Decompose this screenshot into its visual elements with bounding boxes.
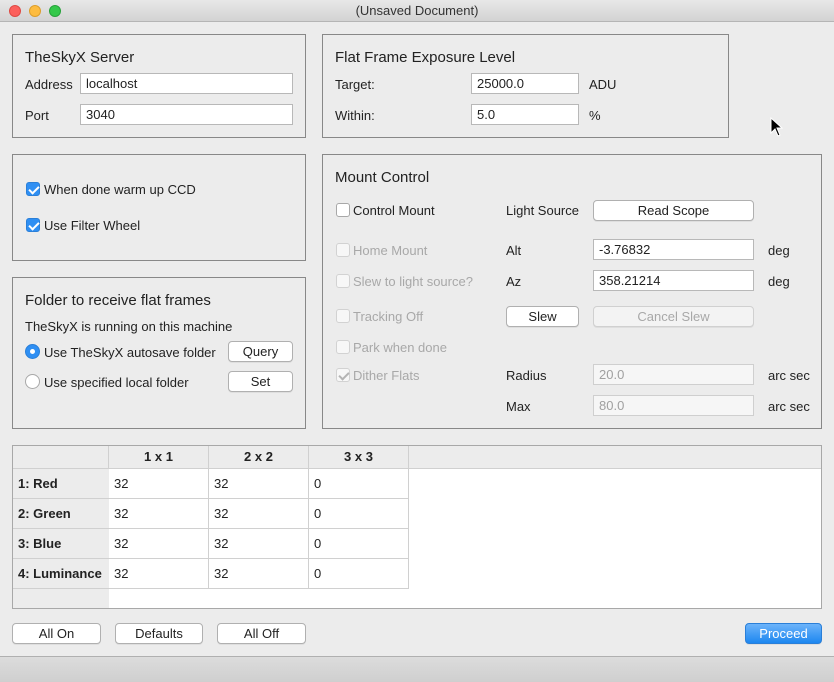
slew-button[interactable]: Slew bbox=[506, 306, 579, 327]
options-panel: When done warm up CCD Use Filter Wheel bbox=[12, 154, 306, 261]
within-input[interactable] bbox=[471, 104, 579, 125]
row-header-filler bbox=[13, 589, 109, 608]
local-folder-label[interactable]: Use specified local folder bbox=[44, 375, 189, 390]
column-header-3x3[interactable]: 3 x 3 bbox=[309, 446, 409, 469]
server-panel: TheSkyX Server Address Port bbox=[12, 34, 306, 138]
cell-red-2x2[interactable]: 32 bbox=[209, 469, 309, 499]
cell-green-3x3[interactable]: 0 bbox=[309, 499, 409, 529]
target-label: Target: bbox=[335, 77, 375, 92]
proceed-button[interactable]: Proceed bbox=[745, 623, 822, 644]
minimize-window-button[interactable] bbox=[29, 5, 41, 17]
park-label[interactable]: Park when done bbox=[353, 340, 447, 355]
exposure-heading: Flat Frame Exposure Level bbox=[335, 49, 516, 66]
column-header-2x2[interactable]: 2 x 2 bbox=[209, 446, 309, 469]
control-mount-label[interactable]: Control Mount bbox=[353, 203, 435, 218]
cell-luminance-1x1[interactable]: 32 bbox=[109, 559, 209, 589]
light-source-label: Light Source bbox=[506, 203, 579, 218]
autosave-radio[interactable] bbox=[25, 344, 40, 359]
max-input[interactable] bbox=[593, 395, 754, 416]
all-off-button[interactable]: All Off bbox=[217, 623, 306, 644]
row-header-green: 2: Green bbox=[13, 499, 109, 529]
park-checkbox[interactable] bbox=[336, 340, 350, 354]
close-window-button[interactable] bbox=[9, 5, 21, 17]
zoom-window-button[interactable] bbox=[49, 5, 61, 17]
cell-red-1x1[interactable]: 32 bbox=[109, 469, 209, 499]
az-label: Az bbox=[506, 274, 522, 289]
server-heading: TheSkyX Server bbox=[25, 49, 135, 66]
tracking-off-label[interactable]: Tracking Off bbox=[353, 309, 423, 324]
title-bar: (Unsaved Document) bbox=[0, 0, 834, 22]
tracking-off-checkbox[interactable] bbox=[336, 309, 350, 323]
cell-blue-1x1[interactable]: 32 bbox=[109, 529, 209, 559]
control-mount-checkbox[interactable] bbox=[336, 203, 350, 217]
folder-info: TheSkyX is running on this machine bbox=[25, 319, 233, 334]
cell-luminance-3x3[interactable]: 0 bbox=[309, 559, 409, 589]
table-corner-header bbox=[13, 446, 109, 469]
read-scope-button[interactable]: Read Scope bbox=[593, 200, 754, 221]
local-folder-radio[interactable] bbox=[25, 374, 40, 389]
max-label: Max bbox=[506, 399, 531, 414]
radius-unit: arc sec bbox=[768, 368, 810, 383]
max-unit: arc sec bbox=[768, 399, 810, 414]
address-label: Address bbox=[25, 77, 73, 92]
radius-input[interactable] bbox=[593, 364, 754, 385]
folder-heading: Folder to receive flat frames bbox=[25, 292, 211, 309]
target-unit: ADU bbox=[589, 77, 617, 92]
slew-light-label[interactable]: Slew to light source? bbox=[353, 274, 473, 289]
row-header-red: 1: Red bbox=[13, 469, 109, 499]
status-bar bbox=[0, 656, 834, 682]
az-input[interactable] bbox=[593, 270, 754, 291]
window-title: (Unsaved Document) bbox=[355, 3, 479, 18]
folder-panel: Folder to receive flat frames TheSkyX is… bbox=[12, 277, 306, 429]
dither-checkbox[interactable] bbox=[336, 368, 350, 382]
dither-label[interactable]: Dither Flats bbox=[353, 368, 419, 383]
cell-green-1x1[interactable]: 32 bbox=[109, 499, 209, 529]
all-on-button[interactable]: All On bbox=[12, 623, 101, 644]
defaults-button[interactable]: Defaults bbox=[115, 623, 203, 644]
autosave-label[interactable]: Use TheSkyX autosave folder bbox=[44, 345, 216, 360]
set-button[interactable]: Set bbox=[228, 371, 293, 392]
cell-blue-2x2[interactable]: 32 bbox=[209, 529, 309, 559]
warm-up-label[interactable]: When done warm up CCD bbox=[44, 182, 196, 197]
alt-unit: deg bbox=[768, 243, 790, 258]
alt-input[interactable] bbox=[593, 239, 754, 260]
row-header-luminance: 4: Luminance bbox=[13, 559, 109, 589]
target-input[interactable] bbox=[471, 73, 579, 94]
column-header-filler bbox=[409, 446, 821, 469]
az-unit: deg bbox=[768, 274, 790, 289]
port-input[interactable] bbox=[80, 104, 293, 125]
mount-heading: Mount Control bbox=[335, 169, 430, 186]
filter-wheel-checkbox[interactable] bbox=[26, 218, 40, 232]
cell-red-3x3[interactable]: 0 bbox=[309, 469, 409, 499]
warm-up-checkbox[interactable] bbox=[26, 182, 40, 196]
mount-panel: Mount Control Control Mount Light Source… bbox=[322, 154, 822, 429]
slew-light-checkbox[interactable] bbox=[336, 274, 350, 288]
row-header-blue: 3: Blue bbox=[13, 529, 109, 559]
cancel-slew-button[interactable]: Cancel Slew bbox=[593, 306, 754, 327]
frames-table: 1 x 1 2 x 2 3 x 3 1: Red 32 32 0 2: Gree… bbox=[12, 445, 822, 609]
alt-label: Alt bbox=[506, 243, 522, 258]
home-mount-checkbox[interactable] bbox=[336, 243, 350, 257]
mouse-cursor-icon bbox=[770, 117, 784, 137]
port-label: Port bbox=[25, 108, 49, 123]
column-header-1x1[interactable]: 1 x 1 bbox=[109, 446, 209, 469]
radius-label: Radius bbox=[506, 368, 547, 383]
within-label: Within: bbox=[335, 108, 375, 123]
home-mount-label[interactable]: Home Mount bbox=[353, 243, 427, 258]
cell-luminance-2x2[interactable]: 32 bbox=[209, 559, 309, 589]
query-button[interactable]: Query bbox=[228, 341, 293, 362]
filter-wheel-label[interactable]: Use Filter Wheel bbox=[44, 218, 140, 233]
within-unit: % bbox=[589, 108, 601, 123]
exposure-panel: Flat Frame Exposure Level Target: ADU Wi… bbox=[322, 34, 729, 138]
cell-green-2x2[interactable]: 32 bbox=[209, 499, 309, 529]
address-input[interactable] bbox=[80, 73, 293, 94]
cell-blue-3x3[interactable]: 0 bbox=[309, 529, 409, 559]
